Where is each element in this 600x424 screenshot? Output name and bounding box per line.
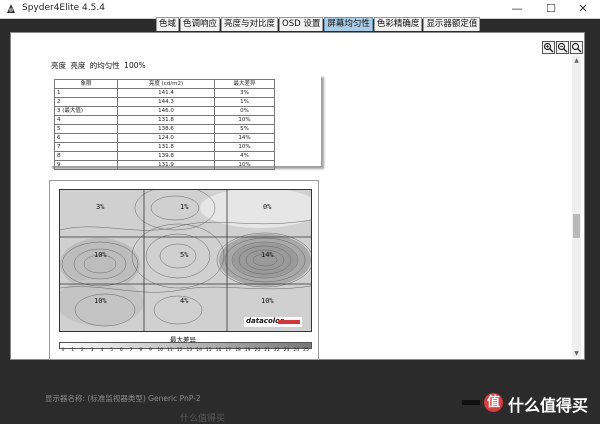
scale-tick-label: 8 xyxy=(139,348,143,353)
table-row: 6 124.0 14% xyxy=(54,133,275,143)
table-row: 2 144.3 1% xyxy=(54,97,275,107)
scale-tick-label: 10 xyxy=(157,348,164,353)
scale-tick-label: 13 xyxy=(186,348,193,353)
scale-ticks: 0 1 2 3 4 5 6 7 8 9 10 11 12 13 14 15 16 17 18 19 20 21 22 23 24… xyxy=(59,348,310,356)
scale-tick-label: 11 xyxy=(167,348,173,353)
uniformity-contour-map: 3% 1% 0% 10% 5% 14% 10% 4% 10% datacolor xyxy=(59,189,312,332)
quadrant-label: 0% xyxy=(263,203,272,211)
quadrant-label: 10% xyxy=(94,297,107,305)
brand-name: 什么值得买 xyxy=(508,396,589,415)
brand-watermark: 值 什么值得买 xyxy=(462,392,600,415)
spyder-app-icon xyxy=(7,4,15,13)
scale-tick-label: 2 xyxy=(81,348,84,353)
quadrant-label: 10% xyxy=(94,251,107,259)
scale-tick-label: 7 xyxy=(129,348,133,353)
tab-osd-settings[interactable]: OSD 设置 xyxy=(279,17,324,31)
scale-tick-label: 14 xyxy=(196,348,202,353)
table-row: 1 141.4 3% xyxy=(54,88,275,98)
scale-tick-label: 18 xyxy=(235,348,241,353)
quadrant-label: 3% xyxy=(96,203,105,211)
tab-tone-response[interactable]: 色调响应 xyxy=(180,17,221,31)
contour-lines xyxy=(60,190,311,331)
scale-tick-label: 16 xyxy=(215,348,222,353)
scroll-down-icon[interactable]: ▼ xyxy=(572,349,581,358)
logo-stripe xyxy=(278,320,300,324)
scale-tick-label: 3 xyxy=(90,348,94,353)
scale-tick-label: 22 xyxy=(273,348,280,353)
window-title: Spyder4Elite 4.5.4 xyxy=(22,3,105,13)
quadrant-label: 5% xyxy=(180,251,189,259)
scrollbar-thumb[interactable] xyxy=(573,214,580,238)
uniformity-table: 象限 亮度 (cd/m2) 最大差异 1 141.4 3% 2 144.3 1% 3 (… xyxy=(54,79,275,170)
vertical-scrollbar[interactable] xyxy=(572,56,581,358)
scale-tick-label: 15 xyxy=(205,348,212,353)
table-row: 5 138.6 5% xyxy=(54,124,275,134)
tab-gamut[interactable]: 色域 xyxy=(156,17,180,31)
display-name-label: 显示器名称: (标准监视器类型) Generic PnP-2 xyxy=(45,394,201,403)
scale-tick-label: 17 xyxy=(225,348,232,353)
tab-brightness-contrast[interactable]: 亮度与对比度 xyxy=(221,17,279,31)
scale-tick-label: 23 xyxy=(283,348,290,353)
scale-tick-label: 25 xyxy=(303,348,309,353)
zoom-fit-icon[interactable] xyxy=(570,41,583,54)
scale-tick-label: 0 xyxy=(61,348,65,353)
maximize-button[interactable]: ☐ xyxy=(534,0,568,18)
table-row: 9 131.9 10% xyxy=(54,160,275,170)
table-row: 3 (最大值) 146.0 0% xyxy=(54,106,275,116)
brand-dash xyxy=(462,400,480,405)
uniformity-heading: 亮度 亮度 的均匀性 100% xyxy=(51,61,146,70)
column-header: 象限 xyxy=(54,79,118,89)
uniformity-map-panel: 3% 1% 0% 10% 5% 14% 10% 4% 10% datacolor… xyxy=(49,180,319,360)
column-header: 最大差异 xyxy=(214,79,275,89)
scale-tick-label: 21 xyxy=(264,348,270,353)
quadrant-label: 10% xyxy=(261,297,274,305)
quadrant-label: 1% xyxy=(180,203,189,211)
scale-tick-label: 19 xyxy=(244,348,251,353)
scale-tick-label: 1 xyxy=(71,348,75,353)
zoom-in-icon[interactable] xyxy=(542,41,555,54)
datacolor-logo: datacolor xyxy=(244,317,302,327)
scale-tick-label: 4 xyxy=(100,348,104,353)
watermark-text: 什么值得买 xyxy=(180,414,226,424)
tab-color-accuracy[interactable]: 色彩精确度 xyxy=(373,17,423,31)
scale-tick-label: 24 xyxy=(293,348,300,353)
tab-screen-uniformity[interactable]: 屏幕均匀性 xyxy=(324,17,373,31)
scroll-up-icon[interactable]: ▲ xyxy=(572,56,581,65)
table-row: 7 131.8 10% xyxy=(54,142,275,152)
table-row: 4 131.8 10% xyxy=(54,115,275,125)
column-header: 亮度 (cd/m2) xyxy=(117,79,215,89)
scale-tick-label: 9 xyxy=(149,348,152,353)
scale-tick-label: 5 xyxy=(110,348,114,353)
brand-logo-icon: 值 xyxy=(484,393,503,412)
scale-tick-label: 12 xyxy=(176,348,183,353)
scale-tick-label: 20 xyxy=(254,348,261,353)
scale-tick-label: 6 xyxy=(119,348,123,353)
report-tabs: 色域 色调响应 亮度与对比度 OSD 设置 屏幕均匀性 色彩精确度 显示器额定值 xyxy=(156,17,481,31)
table-row: 8 139.8 4% xyxy=(54,151,275,161)
uniformity-table-panel: 象限 亮度 (cd/m2) 最大差异 1 141.4 3% 2 144.3 1% 3 (… xyxy=(49,74,321,170)
table-header-row: 象限 亮度 (cd/m2) 最大差异 xyxy=(54,79,275,89)
quadrant-label: 14% xyxy=(261,251,274,259)
quadrant-label: 4% xyxy=(180,297,189,305)
zoom-out-icon[interactable] xyxy=(556,41,569,54)
minimize-button[interactable]: — xyxy=(500,0,534,18)
close-button[interactable]: ✕ xyxy=(566,0,600,18)
tab-display-rating[interactable]: 显示器额定值 xyxy=(423,17,481,31)
